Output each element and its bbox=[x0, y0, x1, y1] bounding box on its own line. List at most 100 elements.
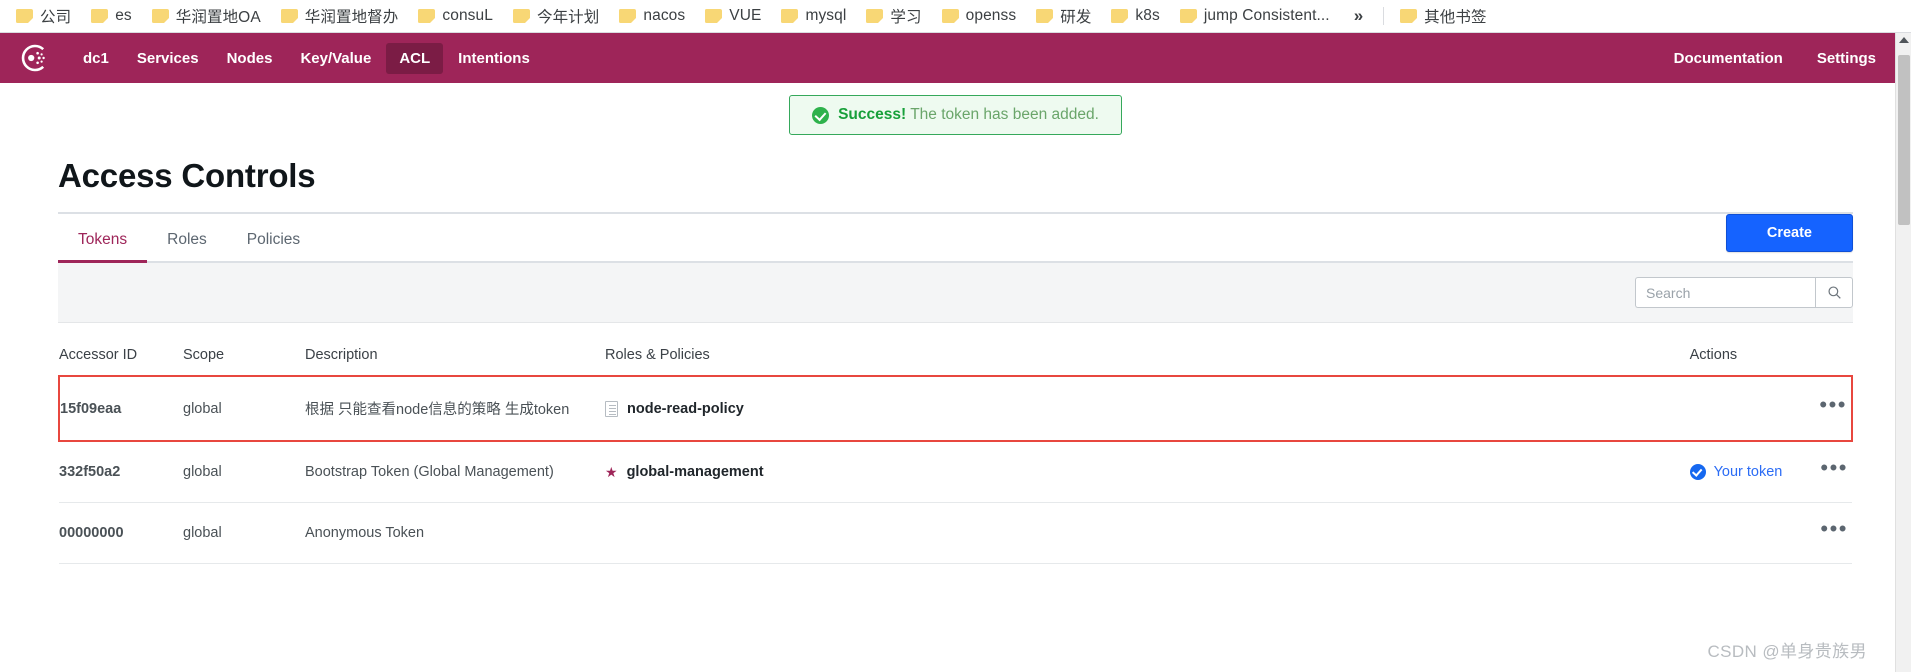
role-label[interactable]: node-read-policy bbox=[627, 401, 744, 417]
actions-cell: ••• bbox=[1690, 518, 1852, 542]
actions-cell: ••• bbox=[1690, 393, 1851, 418]
column-header-actions: Actions bbox=[1689, 347, 1738, 363]
nav-item-documentation[interactable]: Documentation bbox=[1661, 43, 1796, 74]
notification-area: Success! The token has been added. bbox=[0, 83, 1911, 135]
cell-roles-policies bbox=[605, 502, 1690, 564]
cell-description: 根据 只能查看node信息的策略 生成token bbox=[305, 375, 605, 442]
bookmark-item[interactable]: VUE bbox=[697, 4, 769, 28]
bookmark-item[interactable]: es bbox=[83, 4, 140, 28]
folder-icon bbox=[16, 9, 33, 23]
cell-scope: global bbox=[183, 441, 305, 503]
folder-icon bbox=[866, 9, 884, 23]
folder-icon bbox=[1179, 9, 1197, 23]
role-cell: node-read-policy bbox=[605, 400, 1690, 417]
bookmark-item[interactable]: 今年计划 bbox=[505, 2, 607, 30]
bookmark-item[interactable]: k8s bbox=[1103, 4, 1167, 28]
bookmark-label: 公司 bbox=[40, 9, 72, 26]
consul-logo-icon[interactable] bbox=[18, 43, 48, 73]
nav-item-settings[interactable]: Settings bbox=[1804, 43, 1889, 74]
row-menu-button[interactable]: ••• bbox=[1815, 393, 1851, 418]
your-token-badge[interactable]: Your token bbox=[1689, 464, 1783, 480]
page-body: Success! The token has been added. Acces… bbox=[0, 83, 1911, 672]
tab-tokens[interactable]: Tokens bbox=[58, 218, 148, 263]
bookmark-label: nacos bbox=[643, 7, 686, 24]
bookmark-label: 研发 bbox=[1060, 9, 1092, 26]
content-area: Access Controls Tokens Roles Policies Crea… bbox=[0, 157, 1911, 564]
policy-document-icon bbox=[605, 400, 618, 417]
column-header-roles-policies: Roles & Policies bbox=[605, 347, 710, 363]
bookmark-item[interactable]: 学习 bbox=[858, 2, 929, 30]
table-header-row: Accessor ID Scope Description Roles & Po… bbox=[59, 341, 1852, 376]
filter-bar bbox=[58, 263, 1853, 323]
folder-icon bbox=[1036, 9, 1054, 23]
search-input[interactable] bbox=[1635, 277, 1815, 308]
bookmark-label: 学习 bbox=[890, 9, 922, 26]
search-icon bbox=[1827, 286, 1841, 299]
table-row[interactable]: 15f09eaa global 根据 只能查看node信息的策略 生成token no… bbox=[58, 375, 1854, 442]
folder-icon bbox=[619, 9, 637, 23]
folder-icon bbox=[418, 9, 436, 23]
folder-icon bbox=[1400, 9, 1418, 23]
nav-item-intentions[interactable]: Intentions bbox=[445, 43, 543, 74]
bookmark-overflow-button[interactable]: » bbox=[1342, 4, 1375, 28]
page-scrollbar[interactable] bbox=[1895, 33, 1911, 672]
bookmark-label: 华润置地OA bbox=[175, 9, 261, 26]
tab-roles[interactable]: Roles bbox=[147, 218, 227, 261]
bookmark-item[interactable]: jump Consistent... bbox=[1172, 4, 1338, 28]
scrollbar-thumb[interactable] bbox=[1898, 55, 1910, 225]
scrollbar-up-arrow-icon[interactable] bbox=[1898, 37, 1909, 43]
bookmark-item[interactable]: consuL bbox=[410, 4, 501, 28]
nav-item-nodes[interactable]: Nodes bbox=[214, 43, 286, 74]
role-cell: ★ global-management bbox=[605, 464, 1690, 480]
table-row[interactable]: 00000000 global Anonymous Token ••• bbox=[59, 502, 1852, 564]
row-menu-button[interactable]: ••• bbox=[1816, 518, 1852, 542]
cell-scope: global bbox=[183, 375, 305, 442]
folder-icon bbox=[91, 9, 109, 23]
cell-scope: global bbox=[183, 502, 305, 564]
bookmark-item[interactable]: 华润置地督办 bbox=[273, 2, 407, 30]
cell-accessor-id[interactable]: 332f50a2 bbox=[59, 441, 183, 503]
tab-policies[interactable]: Policies bbox=[227, 218, 320, 261]
tabs-row: Tokens Roles Policies Create bbox=[58, 214, 1853, 263]
star-icon: ★ bbox=[605, 464, 618, 480]
nav-item-acl[interactable]: ACL bbox=[386, 42, 444, 74]
cell-accessor-id[interactable]: 15f09eaa bbox=[58, 375, 183, 442]
table-head: Accessor ID Scope Description Roles & Po… bbox=[59, 341, 1852, 376]
column-header-scope: Scope bbox=[183, 347, 225, 363]
create-button[interactable]: Create bbox=[1725, 214, 1853, 252]
bookmark-item-other[interactable]: 其他书签 bbox=[1392, 2, 1494, 30]
bookmark-item[interactable]: openss bbox=[934, 4, 1025, 28]
notification-title: Success! bbox=[838, 106, 907, 123]
blue-check-icon bbox=[1689, 464, 1706, 480]
success-check-icon bbox=[812, 106, 830, 124]
cell-roles-policies: ★ global-management bbox=[605, 441, 1690, 503]
nav-item-dc1[interactable]: dc1 bbox=[70, 43, 122, 74]
tabs-list: Tokens Roles Policies bbox=[58, 218, 320, 263]
success-notification: Success! The token has been added. bbox=[789, 95, 1122, 135]
nav-item-key-value[interactable]: Key/Value bbox=[287, 43, 384, 74]
nav-item-services[interactable]: Services bbox=[124, 43, 212, 74]
bookmark-label: consuL bbox=[442, 7, 493, 24]
bookmark-label: es bbox=[115, 7, 132, 24]
page-title: Access Controls bbox=[58, 157, 316, 194]
role-label[interactable]: global-management bbox=[627, 464, 764, 480]
navbar-right-items: Documentation Settings bbox=[1661, 43, 1889, 74]
search-button[interactable] bbox=[1815, 277, 1853, 308]
bookmark-label: jump Consistent... bbox=[1203, 7, 1330, 24]
cell-accessor-id[interactable]: 00000000 bbox=[59, 502, 183, 564]
bookmark-item[interactable]: 公司 bbox=[8, 2, 79, 30]
your-token-label: Your token bbox=[1713, 464, 1783, 480]
folder-icon bbox=[151, 9, 169, 23]
row-menu-button[interactable]: ••• bbox=[1816, 457, 1852, 481]
folder-icon bbox=[705, 9, 723, 23]
browser-bookmark-bar: 公司 es 华润置地OA 华润置地督办 consuL 今年计划 nacos VUE mysql 学… bbox=[0, 0, 1911, 33]
table-body: 15f09eaa global 根据 只能查看node信息的策略 生成token no… bbox=[58, 375, 1854, 564]
cell-actions: ••• bbox=[1689, 502, 1852, 564]
bookmark-item[interactable]: mysql bbox=[773, 4, 854, 28]
folder-icon bbox=[512, 9, 530, 23]
bookmark-item[interactable]: nacos bbox=[611, 4, 693, 28]
bookmark-item[interactable]: 研发 bbox=[1028, 2, 1099, 30]
folder-icon bbox=[1111, 9, 1129, 23]
bookmark-item[interactable]: 华润置地OA bbox=[144, 2, 269, 30]
table-row[interactable]: 332f50a2 global Bootstrap Token (Global Ma… bbox=[59, 441, 1852, 503]
